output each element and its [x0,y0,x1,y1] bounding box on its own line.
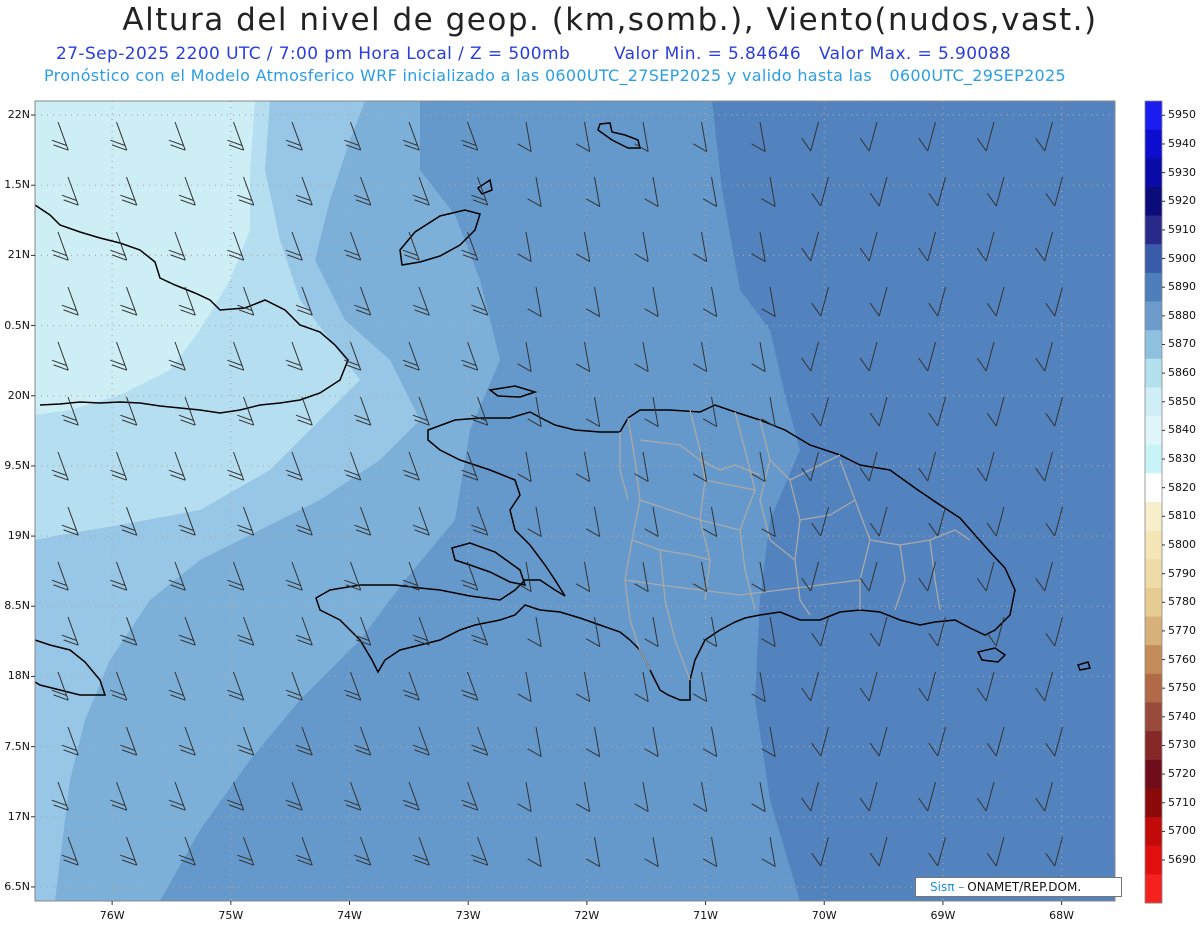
colorbar-swatch [1145,129,1162,159]
colorbar-label: 5850 [1168,394,1196,408]
lon-label: 76W [99,909,125,922]
colorbar-label: 5910 [1168,222,1196,236]
credit-box: Sisπ – ONAMET/REP.DOM. [915,877,1122,897]
lat-label: 17N [7,809,30,823]
colorbar-label: 5810 [1168,509,1196,523]
lat-label: 20N [7,388,30,402]
colorbar-swatch [1145,673,1162,703]
lat-label: 18N [7,669,30,683]
lat-label: 9.5N [4,458,30,472]
lon-label: 74W [337,909,362,922]
colorbar-swatch [1145,416,1162,446]
colorbar-label: 5770 [1168,623,1196,637]
lat-label: 6.5N [4,879,30,893]
height-shading [35,101,1115,901]
colorbar-label: 5830 [1168,452,1196,466]
colorbar-label: 5750 [1168,681,1196,695]
colorbar-label: 5940 [1168,136,1196,150]
lon-label: 69W [930,909,956,922]
colorbar-swatch [1145,215,1162,245]
colorbar-swatch [1145,358,1162,388]
colorbar-label: 5860 [1168,366,1196,380]
colorbar-swatch [1145,702,1162,732]
onamet-label: ONAMET/REP.DOM. [967,880,1082,894]
colorbar-label: 5740 [1168,709,1196,723]
colorbar-swatch [1145,616,1162,646]
colorbar-label: 5870 [1168,337,1196,351]
colorbar-swatch [1145,788,1162,818]
colorbar [1144,100,1165,904]
colorbar-label: 5700 [1168,824,1196,838]
lat-label: 7.5N [4,739,30,753]
colorbar-label: 5760 [1168,652,1196,666]
colorbar-swatch [1145,444,1162,474]
colorbar-swatch [1145,874,1162,904]
lon-label: 75W [218,909,244,922]
colorbar-swatch [1145,272,1162,302]
colorbar-label: 5690 [1168,853,1196,867]
colorbar-swatch [1145,301,1162,331]
colorbar-label: 5890 [1168,280,1196,294]
colorbar-swatch [1145,244,1162,274]
colorbar-label: 5720 [1168,767,1196,781]
colorbar-label: 5780 [1168,595,1196,609]
lon-label: 70W [811,909,837,922]
colorbar-label: 5950 [1168,108,1196,122]
lon-label: 73W [455,909,481,922]
colorbar-swatch [1145,330,1162,360]
colorbar-swatch [1145,817,1162,847]
colorbar-label: 5900 [1168,251,1196,265]
lat-label: 8.5N [4,599,30,613]
lat-label: 19N [7,529,30,543]
colorbar-label: 5840 [1168,423,1196,437]
colorbar-label: 5730 [1168,738,1196,752]
colorbar-swatch [1145,158,1162,188]
lon-label: 72W [574,909,600,922]
colorbar-label: 5880 [1168,308,1196,322]
colorbar-swatch [1145,845,1162,875]
colorbar-swatch [1145,101,1162,131]
sispi-logo: Sisπ – [930,880,965,894]
colorbar-label: 5930 [1168,165,1196,179]
colorbar-label: 5820 [1168,480,1196,494]
colorbar-swatch [1145,530,1162,560]
colorbar-label: 5790 [1168,566,1196,580]
colorbar-swatch [1145,731,1162,761]
colorbar-swatch [1145,645,1162,675]
lon-label: 71W [693,909,718,922]
lat-label: 1.5N [4,178,30,192]
colorbar-swatch [1145,186,1162,217]
lat-label: 21N [7,248,30,262]
lon-label: 68W [1049,909,1075,922]
colorbar-swatch [1145,473,1162,503]
lat-label: 0.5N [4,318,30,332]
colorbar-swatch [1145,559,1162,589]
colorbar-swatch [1145,587,1162,618]
colorbar-label: 5800 [1168,537,1196,551]
colorbar-label: 5920 [1168,194,1196,208]
colorbar-label: 5710 [1168,795,1196,809]
colorbar-swatch [1145,502,1162,532]
map-canvas [31,100,1165,905]
colorbar-swatch [1145,387,1162,417]
lat-label: 22N [7,108,30,122]
colorbar-swatch [1145,759,1162,789]
